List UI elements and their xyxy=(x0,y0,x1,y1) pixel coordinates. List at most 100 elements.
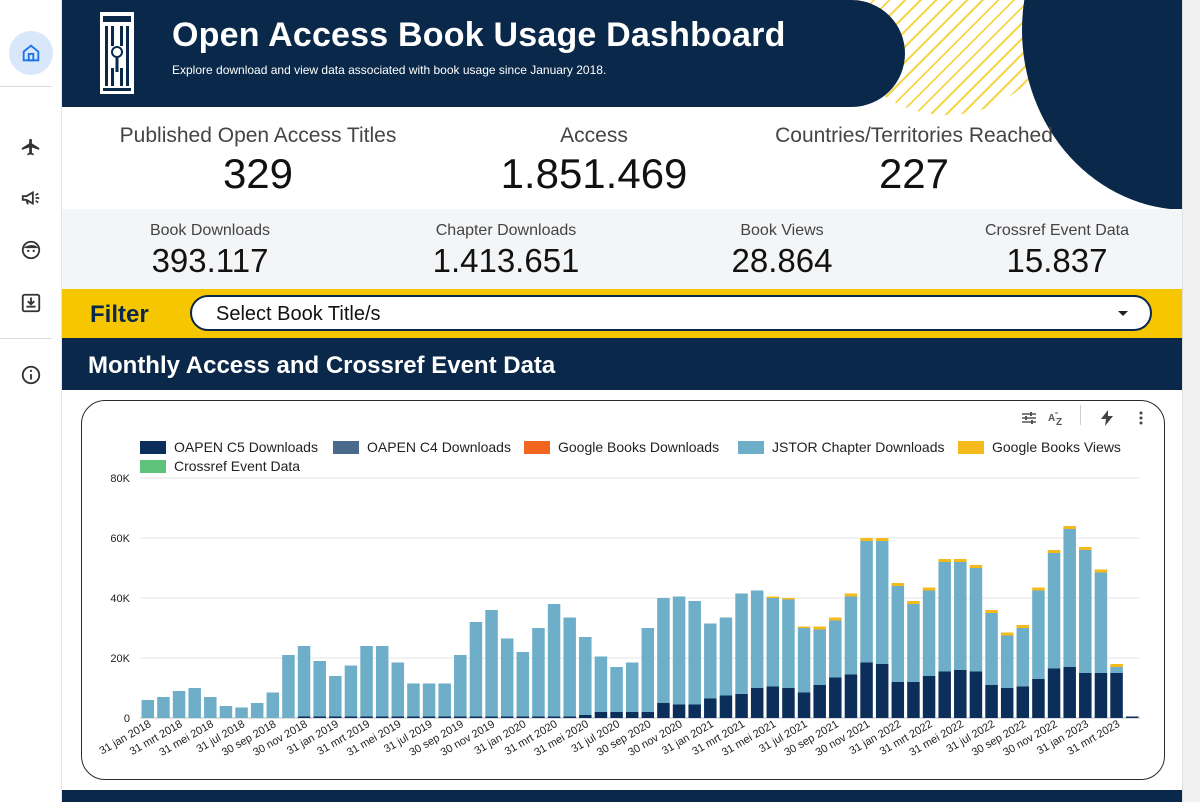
bar-segment xyxy=(1063,526,1076,529)
bar-segment xyxy=(954,559,967,562)
section-title: Monthly Access and Crossref Event Data xyxy=(88,352,556,379)
kpi-crossref-events: Crossref Event Data 15.837 xyxy=(967,222,1147,280)
kpi-label: Crossref Event Data xyxy=(984,222,1130,239)
bar-segment xyxy=(813,629,826,685)
bar-segment xyxy=(844,593,858,597)
bar-segment xyxy=(1047,668,1061,718)
bar-segment xyxy=(735,593,748,694)
bar-segment xyxy=(1047,553,1061,669)
bar-segment xyxy=(297,646,311,717)
kpi-value: 393.117 xyxy=(151,242,269,279)
bar-segment xyxy=(704,623,717,699)
bar-segment xyxy=(875,538,889,541)
bar-segment xyxy=(360,646,373,717)
report-canvas: Open Access Book Usage Dashboard Explore… xyxy=(62,0,1182,802)
bar-segment xyxy=(813,626,826,630)
kpi-access: Access 1.851.469 xyxy=(464,124,724,198)
kpi-chapter-downloads: Chapter Downloads 1.413.651 xyxy=(406,222,606,280)
bar-segment xyxy=(547,604,561,717)
book-title-select[interactable]: Select Book Title/s xyxy=(190,295,1152,331)
kpi-label: Chapter Downloads xyxy=(435,222,577,239)
bar-segment xyxy=(516,716,530,718)
nav-page-downloads[interactable] xyxy=(9,281,53,325)
bar-segment xyxy=(938,562,951,672)
bar-segment xyxy=(875,541,889,664)
bar-segment xyxy=(1032,590,1045,679)
bar-segment xyxy=(1110,673,1123,718)
stacked-bar-chart: 020K40K60K80K31 jan 201831 mrt 201831 me… xyxy=(98,473,1140,759)
nav-page-announcements[interactable] xyxy=(9,176,53,220)
bar-segment xyxy=(860,538,873,541)
page-title: Open Access Book Usage Dashboard xyxy=(172,16,786,54)
kpi-label: Countries/Territories Reached xyxy=(775,124,1053,147)
section-header: Monthly Access and Crossref Event Data xyxy=(62,338,1182,390)
home-icon xyxy=(22,44,40,62)
y-tick-label: 60K xyxy=(110,533,130,545)
bar-segment xyxy=(1094,572,1108,673)
bar-segment xyxy=(1079,547,1092,550)
bar-segment xyxy=(250,703,264,718)
nav-page-travel[interactable] xyxy=(9,126,53,170)
bar-segment xyxy=(969,565,983,568)
kpi-value: 28.864 xyxy=(731,242,833,279)
bar-segment xyxy=(875,664,889,718)
bar-segment xyxy=(766,596,780,598)
megaphone-icon xyxy=(21,190,40,206)
nav-page-audience[interactable] xyxy=(9,228,53,272)
bar-segment xyxy=(985,685,998,718)
y-tick-label: 80K xyxy=(110,473,130,485)
bar-segment xyxy=(922,676,936,718)
bar-segment xyxy=(1000,635,1014,688)
filter-bar: Filter Select Book Title/s xyxy=(62,289,1182,338)
bar-segment xyxy=(907,682,920,718)
nav-divider-2 xyxy=(0,338,52,339)
nav-home[interactable] xyxy=(9,31,53,75)
bar-segment xyxy=(532,628,545,717)
bar-segment xyxy=(1094,569,1108,573)
bar-segment xyxy=(157,697,170,718)
bar-segment xyxy=(1016,625,1030,628)
bar-segment xyxy=(563,617,576,717)
bar-segment xyxy=(641,712,655,718)
bar-segment xyxy=(594,712,608,718)
select-placeholder: Select Book Title/s xyxy=(216,303,381,325)
kpi-value: 1.413.651 xyxy=(432,242,580,279)
bar-segment xyxy=(797,626,811,628)
bar-segment xyxy=(1125,716,1139,718)
bar-segment xyxy=(1063,667,1076,718)
nav-page-info[interactable] xyxy=(9,353,53,397)
bar-segment xyxy=(813,685,826,718)
bar-segment xyxy=(829,617,842,621)
page-scrollbar[interactable] xyxy=(1182,0,1200,802)
bar-segment xyxy=(657,703,670,718)
bar-segment xyxy=(1016,686,1030,718)
bar-segment xyxy=(313,716,326,718)
bar-segment xyxy=(500,716,514,718)
bar-segment xyxy=(719,695,733,718)
bar-segment xyxy=(532,716,545,718)
bar-segment xyxy=(954,670,967,718)
bar-segment xyxy=(610,712,623,718)
page-subtitle: Explore download and view data associate… xyxy=(172,63,607,77)
bar-segment xyxy=(594,656,608,712)
bar-segment xyxy=(688,601,701,705)
bar-segment xyxy=(235,707,248,718)
kpi-label: Published Open Access Titles xyxy=(119,124,397,147)
download-box-icon xyxy=(21,293,41,313)
info-icon xyxy=(21,365,41,385)
bar-segment xyxy=(860,662,873,718)
bar-segment xyxy=(938,671,951,718)
bar-segment xyxy=(907,604,920,682)
bar-segment xyxy=(891,682,905,718)
bar-segment xyxy=(672,596,686,705)
bar-segment xyxy=(797,692,811,718)
y-tick-label: 0 xyxy=(124,713,130,725)
bar-segment xyxy=(1032,587,1045,591)
bar-segment xyxy=(422,716,436,718)
bar-segment xyxy=(454,716,467,718)
bar-segment xyxy=(1016,628,1030,687)
chevron-down-icon xyxy=(1118,311,1128,316)
bar-segment xyxy=(1110,664,1123,667)
bar-segment xyxy=(688,704,701,718)
bar-segment xyxy=(829,677,842,718)
